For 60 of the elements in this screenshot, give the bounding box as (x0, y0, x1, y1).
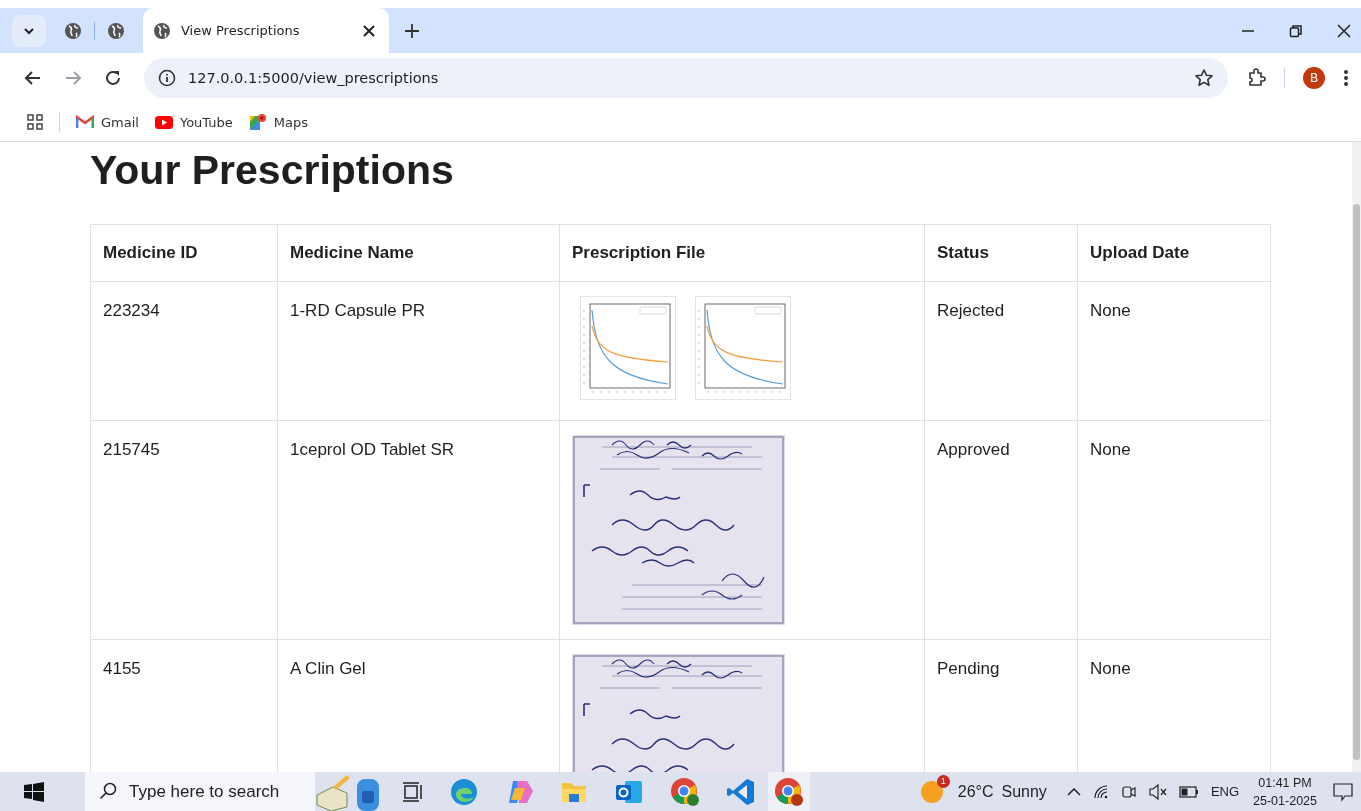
tab-search-button[interactable] (12, 14, 46, 47)
bookmark-link[interactable]: Gmail (76, 114, 139, 130)
search-icon[interactable] (85, 772, 125, 811)
column-header: Status (924, 224, 1078, 282)
clock[interactable]: 01:41 PM 25-01-2025 (1253, 773, 1317, 810)
chevron-down-icon (23, 26, 35, 35)
sun-icon (919, 779, 944, 804)
clock-time: 01:41 PM (1258, 774, 1312, 792)
profile-avatar[interactable]: B (1303, 67, 1325, 89)
restore-icon[interactable] (1289, 23, 1303, 38)
chevron-up-icon[interactable] (1066, 787, 1081, 796)
table-cell: None (1077, 281, 1271, 421)
speaker-muted-icon[interactable] (1148, 783, 1167, 800)
bookmark-link[interactable]: YouTube (154, 114, 233, 130)
column-header: Upload Date (1077, 224, 1271, 282)
browser-swirl-icon[interactable] (450, 777, 478, 806)
chrome-icon (774, 776, 804, 807)
wifi-icon[interactable] (1092, 783, 1109, 800)
close-icon[interactable] (1337, 23, 1351, 38)
apps-grid-icon[interactable] (27, 114, 43, 130)
scrollbar[interactable] (1352, 142, 1361, 772)
chrome-taskbar-button[interactable] (768, 772, 810, 811)
new-tab-icon[interactable] (405, 23, 419, 38)
back-arrow-icon[interactable] (24, 69, 42, 87)
map-pin-icon (248, 113, 267, 131)
battery-icon[interactable] (1178, 785, 1199, 798)
scrollbar-thumb[interactable] (1353, 204, 1360, 760)
star-icon[interactable] (1194, 68, 1214, 88)
table-cell: Rejected (924, 281, 1078, 421)
page-title: Your Prescriptions (90, 146, 455, 195)
envelope-m-icon (76, 115, 94, 129)
language-indicator[interactable]: ENG (1210, 784, 1240, 799)
column-header: Medicine Name (277, 224, 560, 282)
chrome-icon[interactable] (670, 776, 700, 807)
taskbar-search-field[interactable]: Type here to search (125, 772, 315, 811)
table-cell: 215745 (90, 420, 278, 640)
bookmark-link[interactable]: Maps (248, 113, 309, 131)
globe-icon (64, 21, 82, 40)
table-cell: 1ceprol OD Tablet SR (277, 420, 560, 640)
reload-icon[interactable] (104, 69, 122, 87)
column-header: Medicine ID (90, 224, 278, 282)
globe-icon (153, 21, 171, 40)
globe-icon (107, 21, 125, 40)
address-bar[interactable]: 127.0.0.1:5000/view_prescriptions (144, 58, 1228, 98)
close-icon[interactable] (363, 24, 375, 37)
notification-badge: 1 (936, 774, 950, 788)
windows-logo-icon[interactable] (24, 781, 44, 802)
browser-tab[interactable]: View Prescriptions (143, 8, 389, 53)
column-header: Prescription File (559, 224, 925, 282)
table-cell: 1-RD Capsule PR (277, 281, 560, 421)
table-cell: Approved (924, 420, 1078, 640)
puzzle-icon[interactable] (1246, 68, 1266, 88)
task-view-icon[interactable] (401, 781, 423, 802)
clock-date: 25-01-2025 (1253, 792, 1317, 810)
play-button-icon (154, 115, 173, 129)
table-cell: None (1077, 420, 1271, 640)
menu-icon[interactable] (1343, 69, 1349, 87)
table-cell: 223234 (90, 281, 278, 421)
notification-icon[interactable] (1333, 781, 1353, 802)
info-icon[interactable] (158, 69, 176, 87)
